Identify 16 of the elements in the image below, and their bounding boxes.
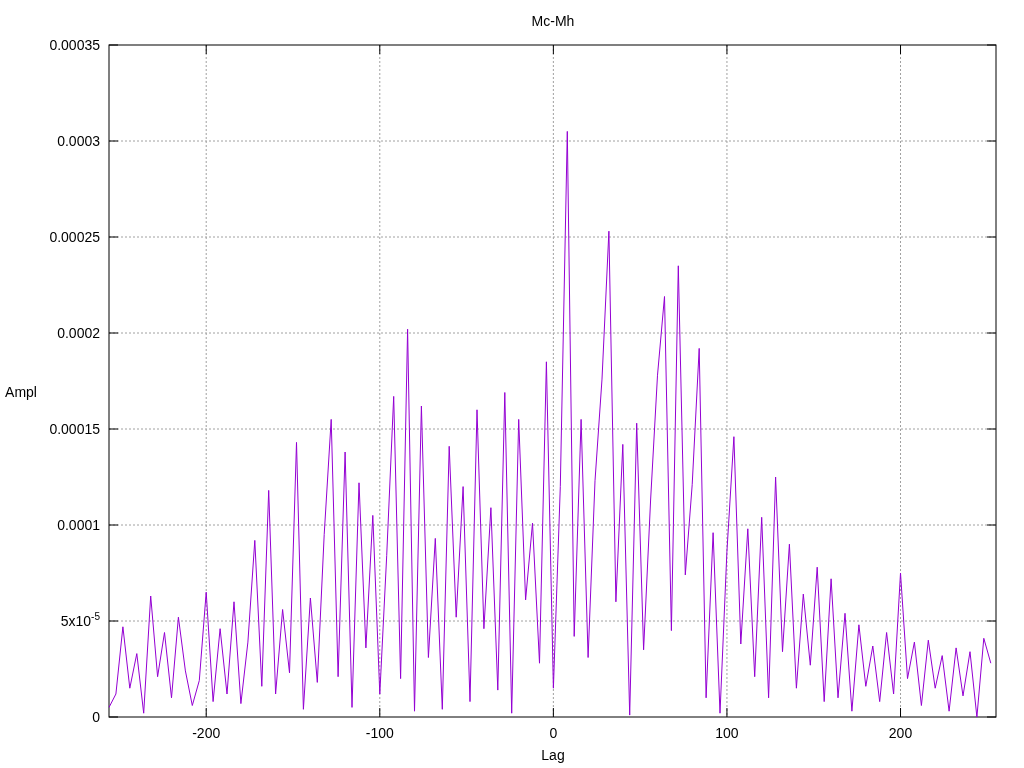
tick-label: 5x10$^{-5}$ — [60, 613, 100, 629]
tick-label: 100 — [715, 725, 739, 741]
tick-label: 0.00015 — [49, 421, 100, 437]
tick-label: 0.0002 — [57, 325, 100, 341]
tick-label: 0.0003 — [57, 133, 100, 149]
tick-label: 0 — [549, 725, 558, 741]
tick-label: 0 — [92, 709, 100, 725]
chart-title: Mc-Mh — [531, 13, 575, 29]
tick-label: -100 — [365, 725, 394, 741]
axis-label: Ampl — [5, 384, 37, 400]
axis-label: Lag — [541, 747, 565, 763]
tick-label: 0.00025 — [49, 229, 100, 245]
tick-label: 0.0001 — [57, 517, 100, 533]
tick-label: 0.00035 — [49, 37, 100, 53]
tick-label: -200 — [192, 725, 221, 741]
tick-label: 200 — [888, 725, 913, 741]
